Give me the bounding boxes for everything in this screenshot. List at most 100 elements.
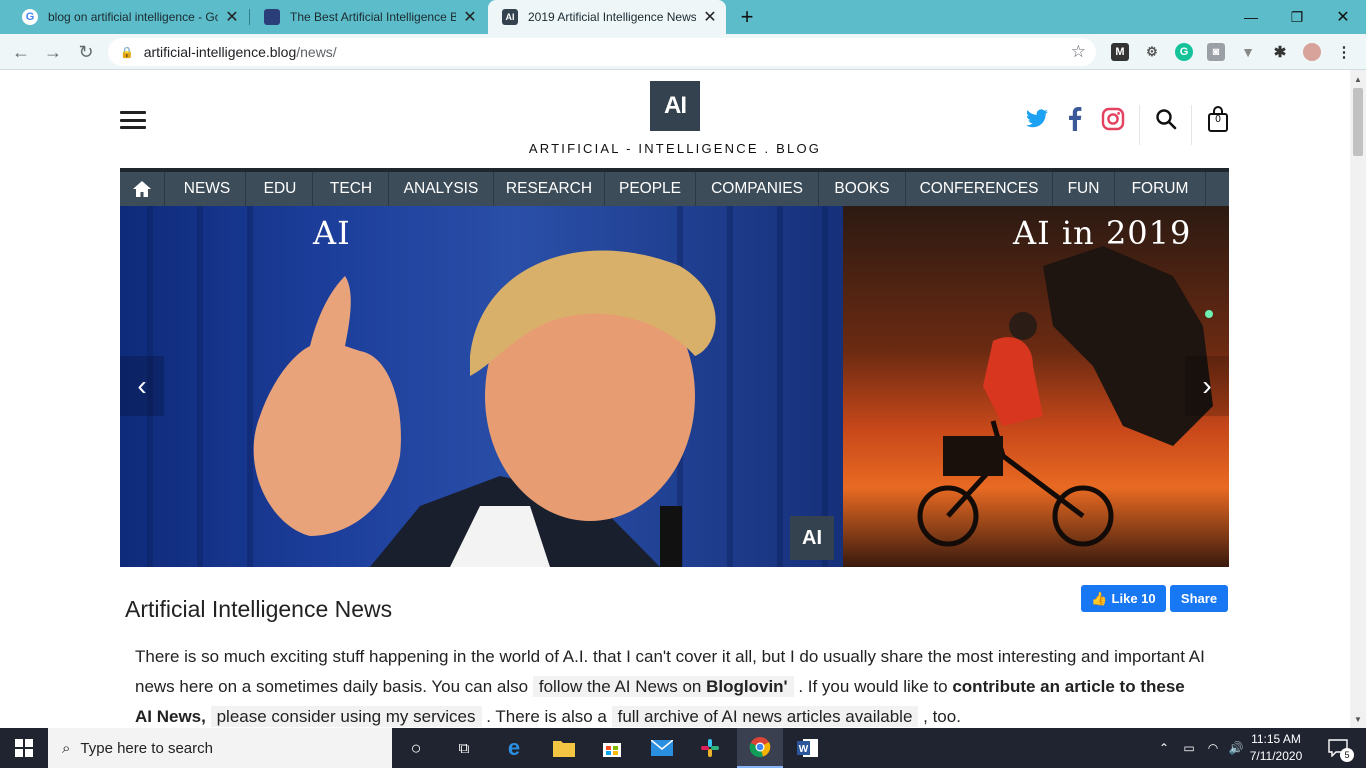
browser-menu-icon[interactable]: ⋮	[1335, 43, 1353, 61]
ai-blog-favicon-icon: AI	[502, 9, 518, 25]
taskbar-search-box[interactable]: ⌕ Type here to search	[48, 728, 392, 768]
main-navigation: NEWS EDU TECH ANALYSIS RESEARCH PEOPLE C…	[120, 168, 1229, 206]
tab-title: blog on artificial intelligence - Go	[48, 10, 218, 24]
header-divider	[1191, 105, 1192, 145]
nav-item-companies[interactable]: COMPANIES	[698, 172, 816, 206]
scrollbar-thumb[interactable]	[1353, 88, 1363, 156]
new-tab-button[interactable]: +	[732, 0, 762, 34]
settings-extension-icon[interactable]: ⚙	[1143, 43, 1161, 61]
slider-next-arrow-icon[interactable]: ›	[1185, 356, 1229, 416]
slide-title: AI	[313, 214, 351, 252]
nav-item-people[interactable]: PEOPLE	[607, 172, 693, 206]
bloglovin-link[interactable]: follow the AI News on Bloglovin'	[532, 676, 794, 697]
web-page: AI ARTIFICIAL - INTELLIGENCE . BLOG 0 NE…	[0, 70, 1350, 728]
slider-prev-arrow-icon[interactable]: ‹	[120, 356, 164, 416]
services-link[interactable]: please consider using my services	[210, 706, 482, 727]
bloglovin-link-text: follow the AI News on	[538, 677, 707, 696]
nav-divider	[388, 172, 389, 206]
wifi-icon[interactable]: ◠	[1202, 728, 1224, 768]
back-arrow-icon[interactable]: ←	[8, 39, 34, 65]
nav-item-conferences[interactable]: CONFERENCES	[908, 172, 1050, 206]
page-scrollbar[interactable]: ▲ ▼	[1350, 70, 1366, 728]
archive-link[interactable]: full archive of AI news articles availab…	[611, 706, 919, 727]
vpn-extension-icon[interactable]: ▼	[1239, 43, 1257, 61]
search-icon[interactable]	[1153, 106, 1179, 132]
nav-item-research[interactable]: RESEARCH	[496, 172, 602, 206]
browser-tab-best-ai-blogs[interactable]: The Best Artificial Intelligence Blo ✕	[250, 0, 486, 34]
close-window-icon[interactable]: ✕	[1320, 0, 1366, 34]
scroll-up-arrow-icon[interactable]: ▲	[1350, 72, 1366, 86]
facebook-like-button[interactable]: 👍 Like 10	[1081, 585, 1166, 612]
grammarly-extension-icon[interactable]: G	[1175, 43, 1193, 61]
browser-tab-ai-news[interactable]: AI 2019 Artificial Intelligence News ✕	[488, 0, 726, 34]
profile-avatar[interactable]	[1303, 43, 1321, 61]
bookmark-star-icon[interactable]: ☆	[1071, 42, 1086, 62]
slide-ai-in-2019[interactable]: AI in 2019	[843, 206, 1229, 567]
word-icon[interactable]: W	[788, 728, 828, 768]
close-tab-icon[interactable]: ✕	[702, 7, 718, 27]
nav-item-news[interactable]: NEWS	[172, 172, 242, 206]
tab-title: The Best Artificial Intelligence Blo	[290, 10, 456, 24]
url-path: /news/	[296, 44, 337, 60]
nav-divider	[604, 172, 605, 206]
facebook-icon[interactable]	[1062, 106, 1088, 132]
battery-icon[interactable]: ▭	[1178, 728, 1200, 768]
nav-item-books[interactable]: BOOKS	[821, 172, 903, 206]
search-icon: ⌕	[62, 739, 71, 757]
slide-title: AI in 2019	[1013, 214, 1192, 252]
notifications-icon[interactable]: 5	[1320, 728, 1356, 768]
twitter-icon[interactable]	[1024, 106, 1050, 132]
slide-ai[interactable]: AI AI	[120, 206, 843, 567]
site-logo[interactable]: AI	[650, 81, 700, 131]
blog-favicon-icon	[264, 9, 280, 25]
edge-icon[interactable]: e	[494, 728, 534, 768]
mail-icon[interactable]	[642, 728, 682, 768]
file-explorer-icon[interactable]	[544, 728, 584, 768]
hamburger-menu-icon[interactable]	[120, 111, 146, 129]
store-icon[interactable]	[592, 728, 632, 768]
intro-text: , too.	[918, 707, 961, 726]
thumbs-up-icon: 👍	[1091, 590, 1108, 606]
cortana-icon[interactable]: ○	[396, 728, 436, 768]
camera-extension-icon[interactable]: ◙	[1207, 43, 1225, 61]
scroll-down-arrow-icon[interactable]: ▼	[1350, 712, 1366, 726]
nav-item-analysis[interactable]: ANALYSIS	[391, 172, 491, 206]
volume-icon[interactable]: 🔊	[1226, 728, 1246, 768]
windows-start-icon[interactable]	[0, 728, 48, 768]
svg-text:W: W	[799, 744, 809, 755]
instagram-icon[interactable]	[1100, 106, 1126, 132]
facebook-share-button[interactable]: Share	[1170, 585, 1228, 612]
header-divider	[1139, 105, 1140, 145]
browser-tab-google[interactable]: G blog on artificial intelligence - Go ✕	[8, 0, 248, 34]
chrome-icon[interactable]	[737, 728, 783, 768]
close-tab-icon[interactable]: ✕	[462, 7, 478, 27]
close-tab-icon[interactable]: ✕	[224, 7, 240, 27]
cart-icon[interactable]: 0	[1205, 104, 1231, 134]
site-name[interactable]: ARTIFICIAL - INTELLIGENCE . BLOG	[500, 141, 850, 156]
task-view-icon[interactable]: ⧉	[444, 728, 484, 768]
nav-item-forum[interactable]: FORUM	[1117, 172, 1203, 206]
home-icon[interactable]	[120, 172, 164, 206]
gmail-extension-icon[interactable]: M	[1111, 43, 1129, 61]
google-favicon-icon: G	[22, 9, 38, 25]
address-bar[interactable]: 🔒 artificial-intelligence.blog/news/ ☆	[108, 38, 1096, 66]
nav-divider	[245, 172, 246, 206]
clock-time: 11:15 AM	[1251, 732, 1301, 746]
like-label: Like 10	[1111, 591, 1156, 606]
slack-icon[interactable]	[690, 728, 730, 768]
taskbar-clock[interactable]: 11:15 AM 7/11/2020	[1244, 731, 1308, 765]
clock-date: 7/11/2020	[1249, 749, 1303, 763]
reload-icon[interactable]: ↻	[73, 39, 99, 65]
browser-tab-strip: G blog on artificial intelligence - Go ✕…	[0, 0, 1366, 34]
nav-item-tech[interactable]: TECH	[316, 172, 386, 206]
show-hidden-icons-chevron-icon[interactable]: ⌃	[1154, 728, 1174, 768]
featured-slider[interactable]: AI AI AI in 2019 ‹ ›	[120, 206, 1229, 567]
nav-item-edu[interactable]: EDU	[251, 172, 309, 206]
minimize-window-icon[interactable]: —	[1228, 0, 1274, 34]
bloglovin-link-bold: Bloglovin'	[706, 677, 788, 696]
windows-taskbar: ⌕ Type here to search ○ ⧉ e W ⌃ ▭ ◠ 🔊 11…	[0, 728, 1366, 768]
extensions-puzzle-icon[interactable]: ✱	[1271, 43, 1289, 61]
forward-arrow-icon[interactable]: →	[40, 39, 66, 65]
restore-window-icon[interactable]: ❐	[1274, 0, 1320, 34]
nav-item-fun[interactable]: FUN	[1055, 172, 1112, 206]
